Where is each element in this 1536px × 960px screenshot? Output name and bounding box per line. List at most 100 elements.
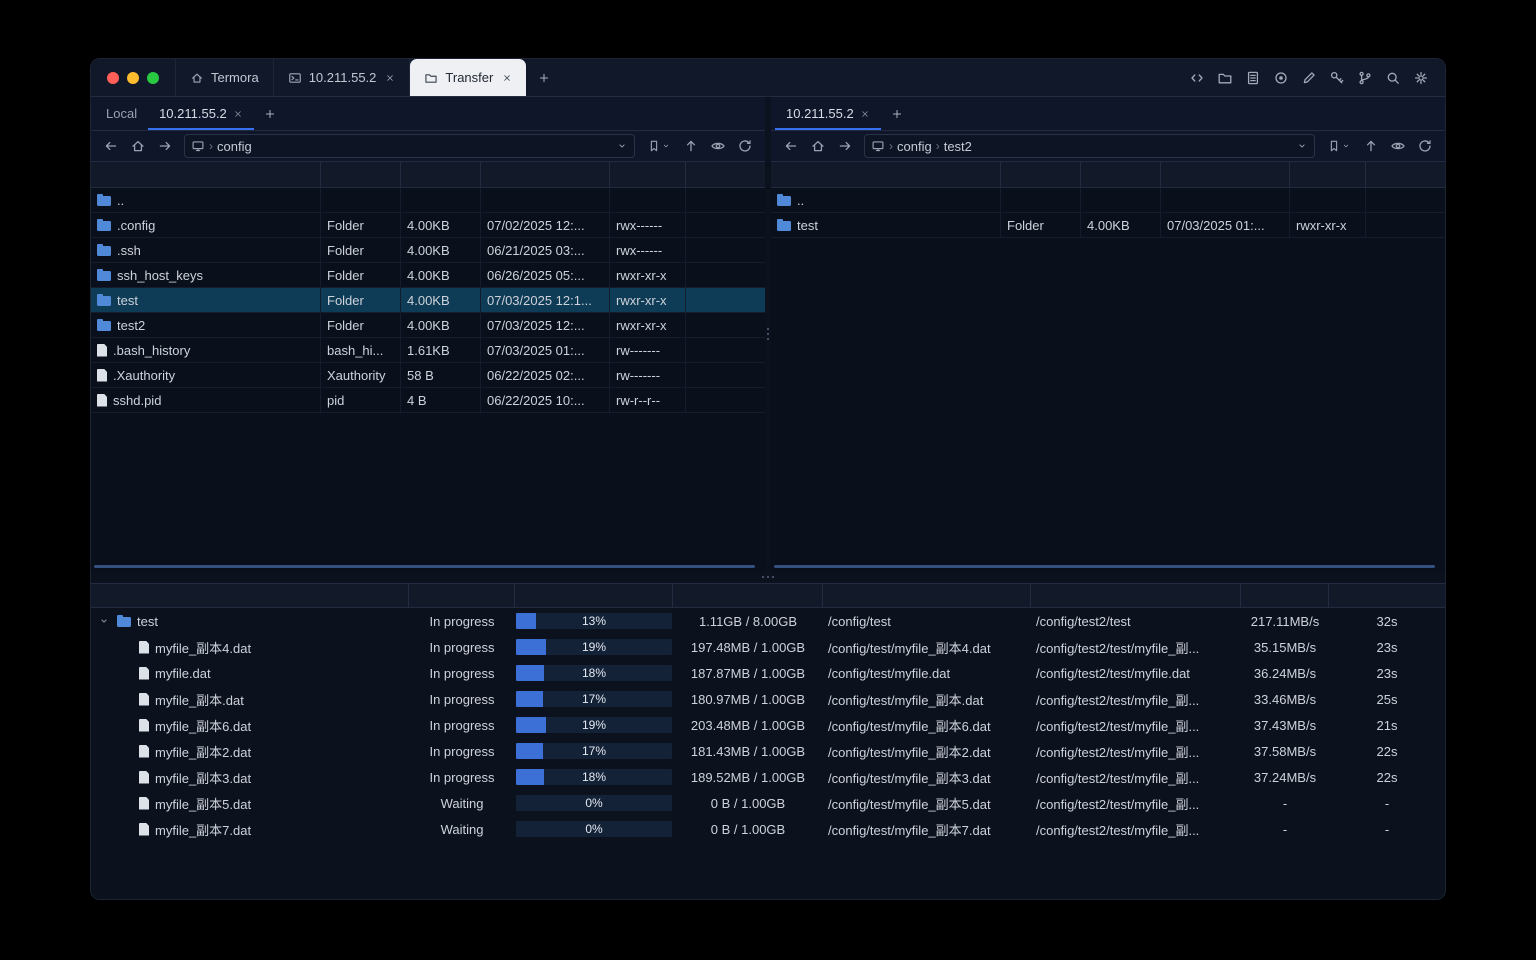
expand-chevron-icon[interactable] xyxy=(97,614,111,628)
file-row[interactable]: sshd.pid pid 4 B 06/22/2025 10:... rw-r-… xyxy=(91,388,765,413)
transfer-row[interactable]: myfile_副本5.dat Waiting 0% 0 B / 1.00GB /… xyxy=(91,790,1445,816)
settings-gear-icon[interactable] xyxy=(1409,66,1433,90)
column-header[interactable] xyxy=(823,584,1031,607)
file-row[interactable]: .. xyxy=(771,188,1445,213)
zoom-window-button[interactable] xyxy=(147,71,159,84)
horizontal-scrollbar[interactable] xyxy=(774,565,1435,568)
column-header[interactable] xyxy=(1031,584,1241,607)
close-tab-icon[interactable] xyxy=(233,109,243,119)
tab-transfer[interactable]: Transfer xyxy=(410,59,527,96)
transfer-name: test xyxy=(137,613,158,629)
target-path: /config/test2/test/myfile_副... xyxy=(1036,822,1200,838)
file-row[interactable]: .Xauthority Xauthority 58 B 06/22/2025 0… xyxy=(91,363,765,388)
close-tab-icon[interactable] xyxy=(385,73,395,83)
path-dropdown-icon[interactable] xyxy=(616,140,628,152)
column-header[interactable] xyxy=(1161,162,1290,187)
transfer-row[interactable]: myfile_副本3.dat In progress 18% 189.52MB … xyxy=(91,764,1445,790)
branch-icon[interactable] xyxy=(1353,66,1377,90)
column-header[interactable] xyxy=(771,162,1001,187)
transfer-row[interactable]: myfile_副本2.dat In progress 17% 181.43MB … xyxy=(91,738,1445,764)
key-icon[interactable] xyxy=(1325,66,1349,90)
column-header[interactable] xyxy=(686,162,765,187)
transfer-row[interactable]: myfile_副本7.dat Waiting 0% 0 B / 1.00GB /… xyxy=(91,816,1445,842)
pane-tab[interactable]: 10.211.55.2 xyxy=(148,97,254,130)
column-header[interactable] xyxy=(401,162,481,187)
file-row[interactable]: ssh_host_keys Folder 4.00KB 06/26/2025 0… xyxy=(91,263,765,288)
column-header[interactable] xyxy=(1001,162,1081,187)
file-row[interactable]: test Folder 4.00KB 07/03/2025 12:1... rw… xyxy=(91,288,765,313)
breadcrumb-segment[interactable]: › test2 xyxy=(936,139,972,154)
show-hidden-files-button[interactable] xyxy=(1386,135,1410,157)
close-window-button[interactable] xyxy=(107,71,119,84)
tab-host-session[interactable]: 10.211.55.2 xyxy=(274,59,411,96)
column-header[interactable] xyxy=(409,584,515,607)
pane-tab[interactable]: 10.211.55.2 xyxy=(775,97,881,130)
forward-button[interactable] xyxy=(833,135,857,157)
pane-tab[interactable]: Local xyxy=(95,97,148,130)
close-tab-icon[interactable] xyxy=(502,73,512,83)
transfer-row[interactable]: test In progress 13% 1.11GB / 8.00GB /co… xyxy=(91,608,1445,634)
home-button[interactable] xyxy=(126,135,150,157)
file-type: Folder xyxy=(321,313,401,337)
file-row[interactable]: .bash_history bash_hi... 1.61KB 07/03/20… xyxy=(91,338,765,363)
path-breadcrumb[interactable]: › config › test2 xyxy=(864,134,1315,158)
horizontal-splitter[interactable] xyxy=(91,571,1445,583)
file-row[interactable]: .ssh Folder 4.00KB 06/21/2025 03:... rwx… xyxy=(91,238,765,263)
transfer-row[interactable]: myfile.dat In progress 18% 187.87MB / 1.… xyxy=(91,660,1445,686)
bookmark-button[interactable] xyxy=(642,135,676,157)
forward-button[interactable] xyxy=(153,135,177,157)
file-type: Folder xyxy=(321,238,401,262)
macro-record-icon[interactable] xyxy=(1269,66,1293,90)
home-button[interactable] xyxy=(806,135,830,157)
progress-bar: 17% xyxy=(516,691,672,707)
back-button[interactable] xyxy=(779,135,803,157)
new-pane-tab-button[interactable] xyxy=(881,97,913,130)
path-dropdown-icon[interactable] xyxy=(1296,140,1308,152)
file-row[interactable]: test2 Folder 4.00KB 07/03/2025 12:... rw… xyxy=(91,313,765,338)
back-button[interactable] xyxy=(99,135,123,157)
horizontal-scrollbar[interactable] xyxy=(94,565,755,568)
folder-icon[interactable] xyxy=(1213,66,1237,90)
refresh-button[interactable] xyxy=(733,135,757,157)
close-tab-icon[interactable] xyxy=(860,109,870,119)
column-header[interactable] xyxy=(1329,584,1445,607)
file-permissions: rw-r--r-- xyxy=(610,388,686,412)
column-header[interactable] xyxy=(91,584,409,607)
log-icon[interactable] xyxy=(1241,66,1265,90)
transfer-name: myfile.dat xyxy=(155,665,211,681)
file-permissions: rwx------ xyxy=(610,238,686,262)
column-header[interactable] xyxy=(1366,162,1445,187)
code-icon[interactable] xyxy=(1185,66,1209,90)
up-directory-button[interactable] xyxy=(679,135,703,157)
column-header[interactable] xyxy=(481,162,610,187)
file-row[interactable]: .config Folder 4.00KB 07/02/2025 12:... … xyxy=(91,213,765,238)
breadcrumb-segment[interactable]: › config xyxy=(889,139,932,154)
transfer-row[interactable]: myfile_副本4.dat In progress 19% 197.48MB … xyxy=(91,634,1445,660)
column-header[interactable] xyxy=(1241,584,1329,607)
file-row[interactable]: .. xyxy=(91,188,765,213)
column-header[interactable] xyxy=(91,162,321,187)
path-breadcrumb[interactable]: › config xyxy=(184,134,635,158)
filename: .Xauthority xyxy=(113,367,176,383)
edit-icon[interactable] xyxy=(1297,66,1321,90)
transfer-row[interactable]: myfile_副本.dat In progress 17% 180.97MB /… xyxy=(91,686,1445,712)
transfer-row[interactable]: myfile_副本6.dat In progress 19% 203.48MB … xyxy=(91,712,1445,738)
breadcrumb-label: config xyxy=(217,138,252,154)
breadcrumb-segment[interactable]: › config xyxy=(209,139,252,154)
file-row[interactable]: test Folder 4.00KB 07/03/2025 01:... rwx… xyxy=(771,213,1445,238)
tab-termora[interactable]: Termora xyxy=(175,59,274,96)
refresh-button[interactable] xyxy=(1413,135,1437,157)
search-icon[interactable] xyxy=(1381,66,1405,90)
column-header[interactable] xyxy=(673,584,823,607)
minimize-window-button[interactable] xyxy=(127,71,139,84)
new-pane-tab-button[interactable] xyxy=(254,97,286,130)
show-hidden-files-button[interactable] xyxy=(706,135,730,157)
column-header[interactable] xyxy=(1290,162,1366,187)
new-tab-button[interactable] xyxy=(526,59,562,96)
up-directory-button[interactable] xyxy=(1359,135,1383,157)
column-header[interactable] xyxy=(515,584,673,607)
column-header[interactable] xyxy=(1081,162,1161,187)
bookmark-button[interactable] xyxy=(1322,135,1356,157)
column-header[interactable] xyxy=(610,162,686,187)
column-header[interactable] xyxy=(321,162,401,187)
